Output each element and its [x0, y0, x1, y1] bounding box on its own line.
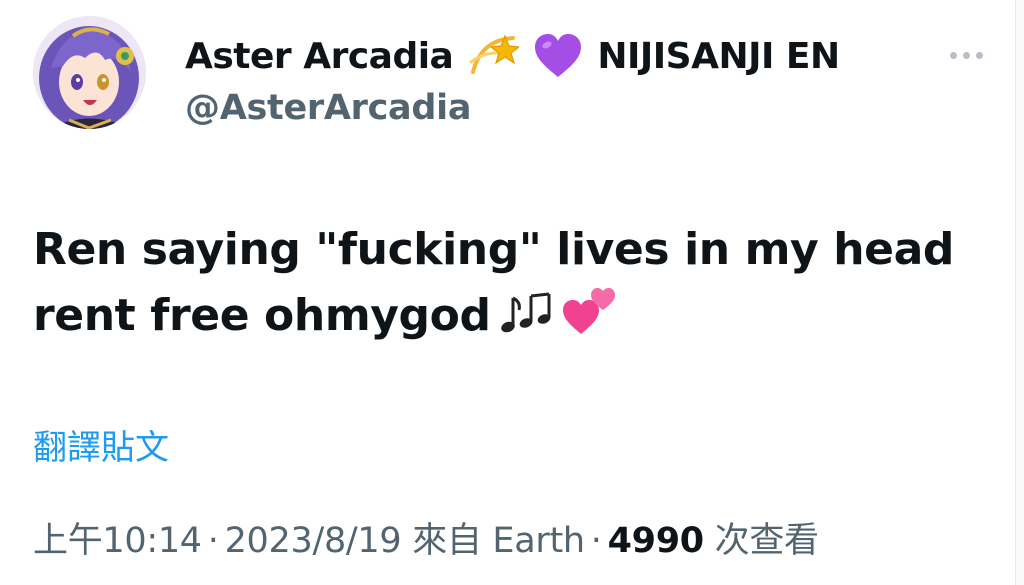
- purple-heart-emoji-icon: [533, 33, 583, 79]
- scrollbar-track[interactable]: [1015, 0, 1024, 585]
- views-label: 次查看: [714, 521, 819, 561]
- meta-separator: ·: [207, 521, 219, 561]
- dizzy-star-emoji-icon: [467, 32, 520, 80]
- more-dot-icon: [962, 51, 970, 59]
- tweet-text-line-2-wrap: rent free ohmygod: [33, 283, 983, 349]
- musical-notes-emoji-icon: [499, 292, 555, 336]
- author-handle[interactable]: @AsterArcadia: [185, 88, 471, 128]
- more-dot-icon: [949, 51, 957, 59]
- avatar[interactable]: [33, 16, 146, 129]
- tweet-detail: Aster Arcadia NIJISANJI EN @AsterArcadia…: [0, 0, 1024, 585]
- author-display-name[interactable]: Aster Arcadia: [185, 36, 454, 77]
- tweet-source-prefix: 來自: [412, 521, 482, 561]
- translate-post-link[interactable]: 翻譯貼文: [33, 420, 169, 469]
- tweet-text: Ren saying "fucking" lives in my head re…: [33, 217, 983, 349]
- tweet-source: Earth: [492, 521, 585, 561]
- more-options-button[interactable]: [944, 40, 988, 70]
- tweet-date[interactable]: 2023/8/19: [225, 521, 402, 561]
- tweet-text-line-2: rent free ohmygod: [33, 290, 491, 341]
- more-dot-icon: [975, 51, 983, 59]
- meta-separator: ·: [590, 521, 602, 561]
- tweet-meta: 上午10:14 · 2023/8/19 來自 Earth · 4990 次查看: [33, 512, 819, 563]
- tweet-time[interactable]: 上午10:14: [33, 521, 202, 561]
- two-hearts-emoji-icon: [562, 286, 615, 336]
- tweet-text-line-1: Ren saying "fucking" lives in my head: [33, 224, 954, 275]
- views-count[interactable]: 4990: [608, 521, 705, 561]
- avatar-image: [33, 16, 146, 129]
- author-affiliation: NIJISANJI EN: [597, 35, 840, 77]
- author-name-row: Aster Arcadia NIJISANJI EN: [185, 30, 840, 82]
